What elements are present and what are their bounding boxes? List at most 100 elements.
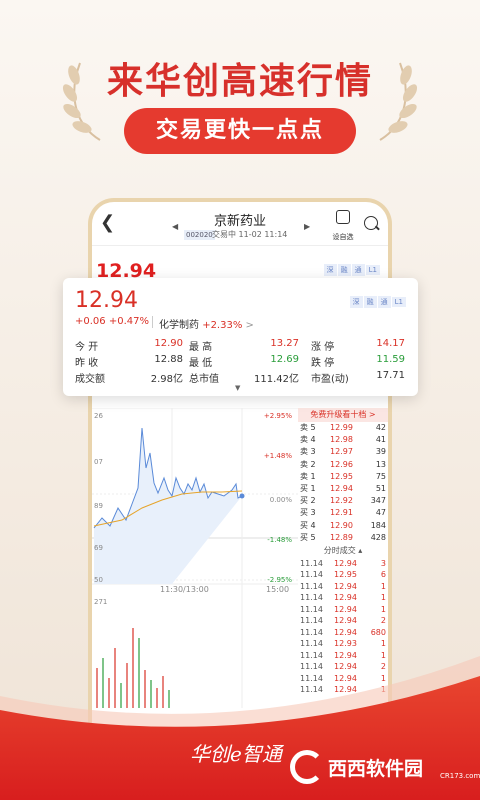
watchlist-label: 设自选 [332, 233, 354, 241]
order-book-row: 买 1 12.94 51 [298, 483, 388, 495]
tick-row: 11.14 12.94 1 [298, 581, 388, 593]
level-volume: 184 [370, 520, 386, 530]
level-label: 卖 1 [300, 471, 316, 481]
y-label-left: 07 [94, 458, 103, 466]
tag: 深 [349, 296, 363, 308]
card-tags: 深融通 L1 [349, 296, 406, 308]
level-price: 12.92 [330, 496, 353, 506]
expand-chevron-icon[interactable]: ▼ [235, 384, 240, 392]
tick-volume: 1 [380, 581, 386, 591]
tick-volume: 1 [380, 639, 386, 649]
tick-time: 11.14 [300, 593, 323, 603]
y-label-left: 26 [94, 412, 103, 420]
level-volume: 51 [375, 483, 386, 493]
level-label: 卖 3 [300, 447, 316, 457]
tick-price: 12.94 [334, 558, 357, 568]
level-price: 12.90 [330, 520, 353, 530]
tick-price: 12.94 [334, 627, 357, 637]
sector-link[interactable]: 化学制药 +2.33% > [159, 316, 254, 331]
quote-value: 17.71 [376, 370, 405, 381]
price-change: +0.06 +0.47% [75, 316, 149, 327]
tag: 融 [337, 264, 351, 276]
upgrade-level10-button[interactable]: 免费升级看十档 > [298, 408, 388, 422]
tick-row: 11.14 12.94 1 [298, 592, 388, 604]
tick-row: 11.14 12.94 2 [298, 615, 388, 627]
next-stock-icon[interactable]: ▶ [304, 222, 310, 231]
order-book-row: 卖 1 12.95 75 [298, 471, 388, 483]
stock-topbar: ❮ ◀ 京新药业 002020 交易中 11-02 11:14 ▶ 设自选 [92, 202, 388, 246]
order-book-row: 买 3 12.91 47 [298, 507, 388, 519]
watermark-name: 西西软件园 [328, 758, 424, 780]
y-label-right: -2.95% [267, 576, 292, 584]
level-price: 12.95 [330, 471, 353, 481]
current-price: 12.94 [75, 288, 138, 313]
tick-time: 11.14 [300, 639, 323, 649]
ticks-title: 分时成交 [323, 545, 356, 555]
level-label: 卖 2 [300, 459, 316, 469]
level-price: 12.94 [330, 483, 353, 493]
search-icon[interactable] [364, 216, 378, 230]
divider [152, 316, 153, 328]
level-price: 12.99 [330, 423, 353, 432]
order-book-row: 卖 3 12.97 39 [298, 446, 388, 458]
level-label: 卖 5 [300, 423, 316, 432]
y-label-left: 89 [94, 502, 103, 510]
order-book-row: 卖 2 12.96 13 [298, 459, 388, 471]
tag: L1 [391, 297, 406, 307]
tick-time: 11.14 [300, 558, 323, 568]
tick-volume: 3 [380, 558, 386, 568]
tick-row: 11.14 12.94 3 [298, 558, 388, 570]
level-label: 卖 4 [300, 435, 316, 445]
sector-name: 化学制药 [159, 320, 199, 331]
watermark-url: CR173.com [440, 772, 480, 780]
quote-label: 市盈(动) [311, 374, 349, 385]
tag: 深 [323, 264, 337, 276]
tick-price: 12.94 [334, 593, 357, 603]
tick-volume: 6 [380, 570, 386, 580]
y-label-left: 50 [94, 576, 103, 584]
tick-time: 11.14 [300, 581, 323, 591]
chevron-right-icon: > [245, 320, 254, 331]
add-watchlist-button[interactable]: 设自选 [328, 210, 358, 243]
y-label-left: 69 [94, 544, 103, 552]
y-label-right: -1.48% [267, 536, 292, 544]
order-book-row: 卖 5 12.99 42 [298, 422, 388, 434]
ticks-tab[interactable]: 分时成交 ▴ [298, 544, 388, 558]
quote-value: 12.69 [270, 354, 299, 365]
tick-row: 11.14 12.94 1 [298, 604, 388, 616]
level-volume: 347 [370, 496, 386, 506]
tick-row: 11.14 12.94 680 [298, 627, 388, 639]
quote-label: 涨 停 [311, 342, 335, 353]
level-price: 12.91 [330, 508, 353, 518]
tick-price: 12.94 [334, 604, 357, 614]
y-label-right: +1.48% [264, 452, 292, 460]
tick-time: 11.14 [300, 570, 323, 580]
tick-row: 11.14 12.95 6 [298, 569, 388, 581]
y-label-right: +2.95% [264, 412, 292, 420]
level-label: 买 4 [300, 520, 316, 530]
level-volume: 13 [375, 459, 386, 469]
y-label-right: 0.00% [270, 496, 293, 504]
quote-label: 最 高 [189, 342, 213, 353]
level-volume: 42 [375, 423, 386, 432]
tick-volume: 2 [380, 616, 386, 626]
level-volume: 47 [375, 508, 386, 518]
level-label: 买 3 [300, 508, 316, 518]
tick-volume: 1 [380, 604, 386, 614]
tick-time: 11.14 [300, 604, 323, 614]
trading-status: 交易中 11-02 11:14 [212, 230, 288, 239]
order-book-row: 买 4 12.90 184 [298, 520, 388, 532]
tick-volume: 680 [370, 627, 386, 637]
volume-label: 271 [94, 598, 107, 606]
sector-pct: +2.33% [202, 320, 243, 331]
quote-value: 14.17 [376, 338, 405, 349]
quote-value: 11.59 [376, 354, 405, 365]
change-pct: +0.47% [108, 316, 149, 327]
level-volume: 41 [375, 435, 386, 445]
tag: 融 [363, 296, 377, 308]
level-label: 买 1 [300, 483, 316, 493]
level-volume: 75 [375, 471, 386, 481]
tick-price: 12.94 [334, 616, 357, 626]
tag: 通 [377, 296, 391, 308]
order-book-row: 卖 4 12.98 41 [298, 434, 388, 446]
